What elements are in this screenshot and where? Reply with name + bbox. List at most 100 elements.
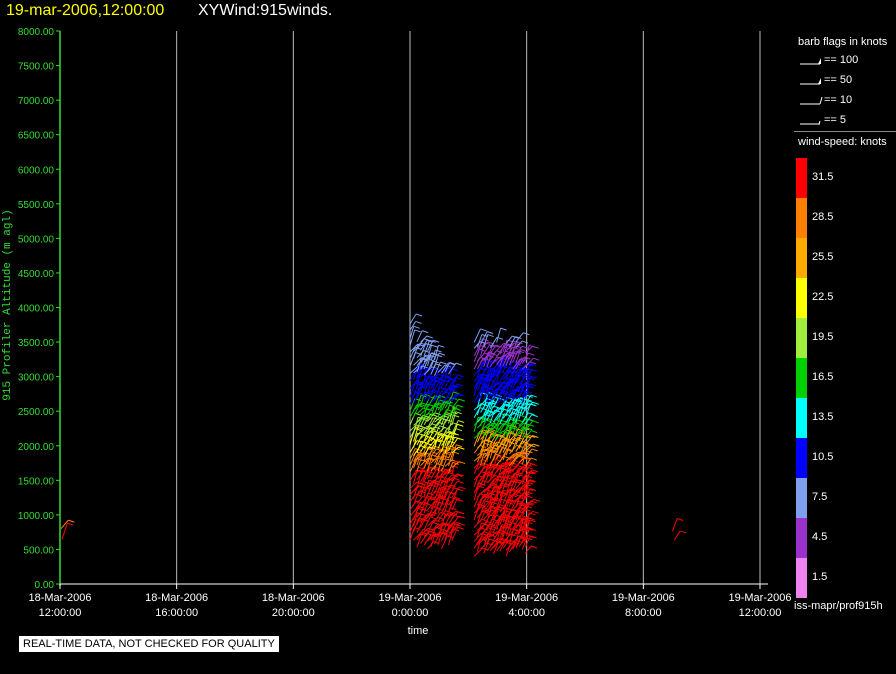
wind-barb (416, 330, 423, 342)
wind-barb-flag (413, 325, 420, 329)
colorbar-label: 1.5 (812, 571, 828, 583)
wind-barb (413, 490, 420, 506)
speed-legend-title: wind-speed: knots (798, 136, 887, 148)
wind-barb-flag (450, 507, 457, 511)
x-tick-date: 18-Mar-2006 (262, 592, 325, 604)
wind-barb-flag (533, 498, 540, 502)
colorbar-label: 22.5 (812, 291, 834, 303)
barb-flag-label: == 10 (824, 94, 853, 106)
wind-barb-flag (67, 522, 74, 526)
x-tick-time: 4:00:00 (508, 607, 545, 619)
wind-barb-flag (531, 448, 538, 452)
colorbar-label: 7.5 (812, 491, 828, 503)
y-tick-label: 5500.00 (18, 200, 55, 211)
wind-barb-flag (528, 352, 535, 356)
wind-barb-flag (455, 428, 463, 432)
x-tick-time: 8:00:00 (625, 607, 662, 619)
wind-barb-flag (423, 350, 430, 353)
wind-barb-flag (414, 412, 422, 416)
wind-barb-flag (455, 362, 463, 366)
wind-barb (441, 419, 447, 433)
wind-barb-flag (435, 354, 443, 358)
x-tick-date: 19-Mar-2006 (612, 592, 675, 604)
wind-barb-flag (430, 516, 437, 520)
barb-flag-row: == 100 (798, 54, 896, 68)
wind-barb-flag (458, 398, 465, 402)
wind-barb-flag (532, 420, 539, 424)
y-tick-label: 1500.00 (18, 476, 55, 487)
wind-barb-flag (680, 530, 687, 534)
wind-barb (416, 459, 422, 472)
y-tick-label: 7000.00 (18, 96, 55, 107)
colorbar-swatch (796, 318, 807, 358)
legend-divider (794, 131, 896, 132)
wind-barb-flag (422, 330, 429, 334)
colorbar-label: 25.5 (812, 251, 834, 263)
barb-flag-row: == 50 (798, 74, 896, 88)
y-tick-label: 500.00 (23, 545, 54, 556)
wind-barb-flag (415, 320, 422, 324)
x-tick-time: 12:00:00 (39, 607, 82, 619)
x-axis-label: time (408, 625, 429, 637)
wind-barb-flag (484, 383, 491, 387)
wind-barbs (60, 313, 687, 557)
wind-barb-flag (459, 486, 466, 490)
y-tick-label: 4500.00 (18, 269, 55, 280)
wind-barb-flag (516, 419, 524, 423)
x-tick-date: 19-Mar-2006 (729, 592, 792, 604)
wind-barb-flag (676, 518, 684, 521)
quality-note: REAL-TIME DATA, NOT CHECKED FOR QUALITY (19, 636, 279, 652)
y-axis-label: 915 Profiler Altitude (m agl) (2, 209, 14, 400)
wind-barb-flag (438, 352, 446, 356)
wind-barb-flag (448, 471, 455, 475)
wind-barb (674, 530, 681, 541)
colorbar-label: 31.5 (812, 171, 834, 183)
wind-barb-flag (532, 345, 539, 349)
wind-barb-flag (530, 457, 538, 461)
wind-barb-flag (456, 444, 463, 448)
colorbar-swatch (796, 238, 807, 278)
x-tick-date: 18-Mar-2006 (29, 592, 92, 604)
colorbar-label: 4.5 (812, 531, 828, 543)
legend-panel: barb flags in knots == 100 == 50 == 10 == 5… (794, 30, 896, 624)
barb-flag-label: == 5 (824, 114, 847, 126)
colorbar-label: 13.5 (812, 411, 834, 423)
colorbar-swatch (796, 478, 807, 518)
wind-barb (496, 327, 502, 343)
colorbar-swatch (796, 198, 807, 238)
wind-barb-flag (533, 443, 540, 447)
y-tick-label: 3500.00 (18, 338, 55, 349)
x-axis: 18-Mar-2006 12:00:00 18-Mar-2006 16:00:00 18… (29, 583, 792, 619)
y-tick-label: 0.00 (35, 580, 55, 591)
colorbar-swatch (796, 278, 807, 318)
barb-flag-label: == 100 (824, 54, 859, 66)
x-tick-date: 19-Mar-2006 (495, 592, 558, 604)
colorbar-label: 10.5 (812, 451, 834, 463)
wind-barb-flag (453, 477, 461, 481)
x-tick-date: 18-Mar-2006 (145, 592, 208, 604)
wind-barb-flag (526, 491, 533, 495)
barb-flag-label: == 50 (824, 74, 853, 86)
wind-barb-flag (487, 334, 494, 338)
colorbar-swatch (796, 358, 807, 398)
barb-flag-glyph (800, 78, 821, 85)
wind-barb-flag (457, 480, 464, 484)
wind-barb-flag (415, 313, 423, 317)
grid-lines (176, 31, 761, 584)
x-tick-time: 16:00:00 (155, 607, 198, 619)
wind-barb (409, 458, 417, 473)
legend-footer: iss-mapr/prof915h (794, 600, 883, 612)
wind-barb-flag (520, 349, 527, 353)
wind-barb-flag (458, 446, 465, 450)
barb-flag-row: == 5 (798, 114, 896, 128)
x-tick-time: 20:00:00 (272, 607, 315, 619)
barb-flag-glyph (800, 96, 823, 105)
wind-barb-flag (531, 430, 538, 434)
wind-barb (61, 523, 68, 540)
wind-barb-flag (529, 383, 536, 387)
x-tick-time: 0:00:00 (392, 607, 429, 619)
y-tick-label: 6000.00 (18, 165, 55, 176)
y-tick-label: 5000.00 (18, 234, 55, 245)
wind-barb-flag (452, 391, 460, 395)
y-tick-label: 7500.00 (18, 62, 55, 73)
